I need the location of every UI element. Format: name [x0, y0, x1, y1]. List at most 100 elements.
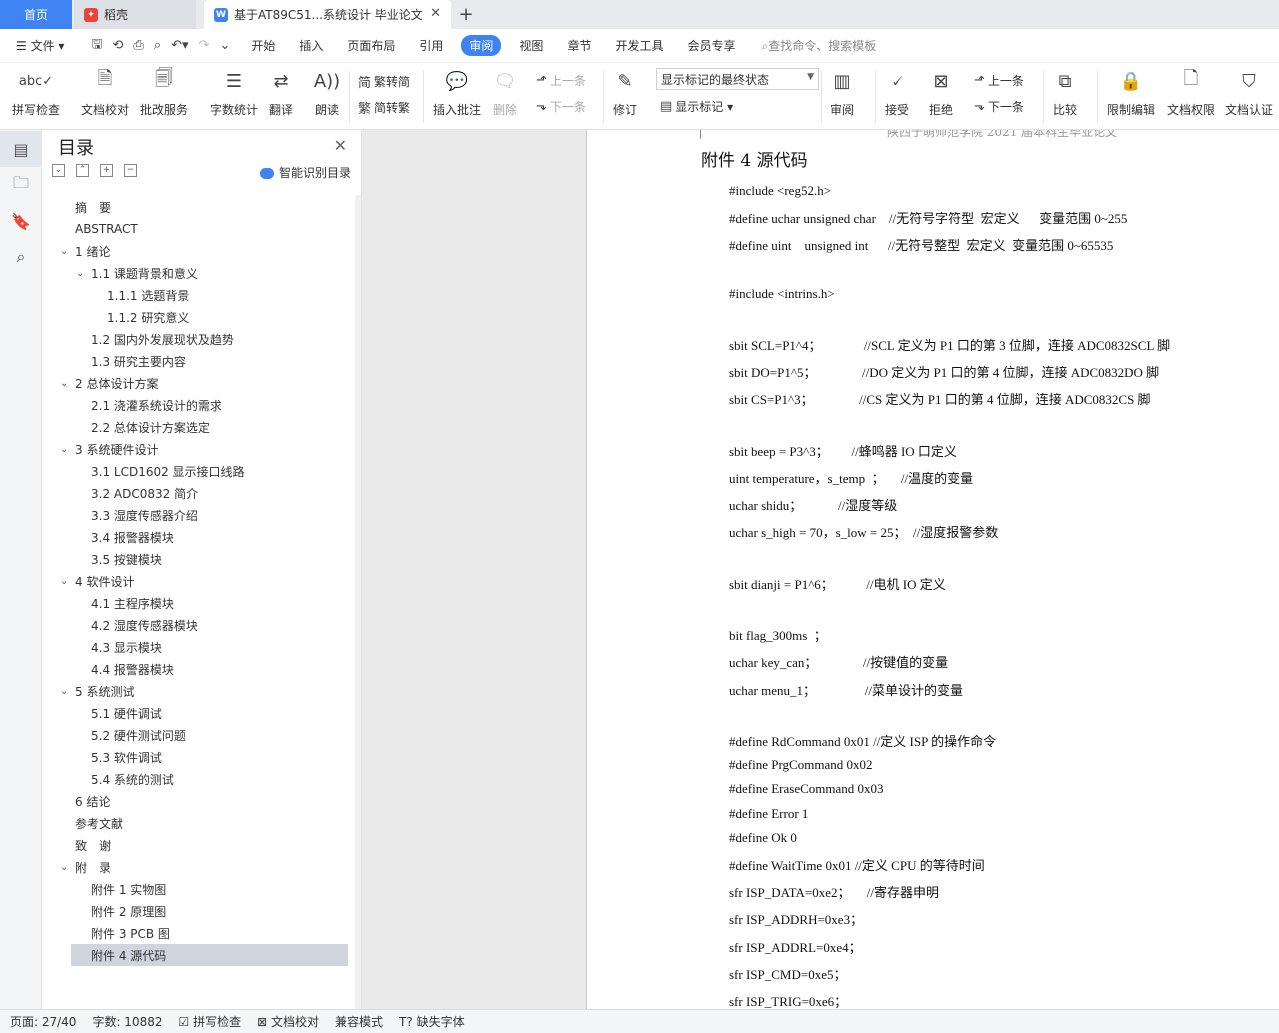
toc-item[interactable]: 附件 4 源代码 — [71, 944, 348, 966]
simp-to-trad-button[interactable]: 繁简转繁 — [358, 98, 410, 117]
redo-icon[interactable]: ↷ — [199, 38, 210, 53]
find-icon[interactable]: ⌕ — [0, 239, 42, 275]
format-painter-icon[interactable]: ⟲ — [113, 38, 124, 53]
toc-item[interactable]: ⌄ 3 系统硬件设计 — [42, 438, 362, 460]
review-pane-button[interactable]: ▥ 审阅 — [829, 67, 855, 118]
collapse-all-icon[interactable]: ⌄ — [52, 164, 65, 177]
add-heading-icon[interactable]: + — [100, 164, 113, 177]
toc-item[interactable]: 附件 3 PCB 图 — [42, 922, 362, 944]
compare-button[interactable]: ⧉ 比较 — [1052, 67, 1078, 118]
tab-document[interactable]: W 基于AT89C51...系统设计 毕业论文 ✕ — [204, 0, 451, 29]
toc-item[interactable]: 5.4 系统的测试 — [42, 768, 362, 790]
save-icon[interactable]: 🖫 — [91, 35, 102, 57]
restrict-edit-button[interactable]: 🔒 限制编辑 — [1107, 67, 1155, 118]
toc-item[interactable]: 5.1 硬件调试 — [42, 702, 362, 724]
toc-item[interactable]: 3.5 按键模块 — [42, 548, 362, 570]
toc-item[interactable]: 附件 1 实物图 — [42, 878, 362, 900]
page-count[interactable]: 页面: 27/40 — [10, 1013, 76, 1030]
toc-item[interactable]: ⌄ 1 绪论 — [42, 240, 362, 262]
expand-all-icon[interactable]: ⌃ — [76, 164, 89, 177]
read-aloud-button[interactable]: A)) 朗读 — [314, 67, 340, 118]
toc-item[interactable]: 6 结论 — [42, 790, 362, 812]
print-preview-icon[interactable]: ⌕ — [154, 38, 161, 53]
toc-item[interactable]: 1.1.1 选题背景 — [42, 284, 362, 306]
customize-icon[interactable]: ⌄ — [219, 38, 230, 53]
toc-item[interactable]: ⌄ 1.1 课题背景和意义 — [42, 262, 362, 284]
toc-item[interactable]: 4.2 湿度传感器模块 — [42, 614, 362, 636]
toc-item[interactable]: 3.2 ADC0832 简介 — [42, 482, 362, 504]
smart-toc-button[interactable]: 智能识别目录 — [259, 164, 351, 181]
menu-view[interactable]: 视图 — [519, 37, 543, 54]
menu-review[interactable]: 审阅 — [461, 35, 502, 56]
word-count-button[interactable]: ☰ 字数统计 — [210, 67, 258, 118]
toc-item[interactable]: ⌄ 2 总体设计方案 — [42, 372, 362, 394]
reject-button[interactable]: ⊠ 拒绝 — [928, 67, 954, 118]
next-comment-button[interactable]: ⬎ 下一条 — [536, 98, 586, 115]
menu-reference[interactable]: 引用 — [419, 37, 443, 54]
toc-item[interactable]: 1.1.2 研究意义 — [42, 306, 362, 328]
translate-button[interactable]: ⇄ 翻译 — [268, 67, 294, 118]
menu-vip[interactable]: 会员专享 — [687, 37, 735, 54]
print-icon[interactable]: ⎙ — [133, 38, 143, 53]
tab-home[interactable]: 首页 — [0, 0, 72, 29]
prev-change-button[interactable]: ⬏ 上一条 — [974, 72, 1024, 89]
toc-item[interactable]: 摘 要 — [42, 196, 362, 218]
doc-permission-button[interactable]: 🗋 文档权限 — [1167, 67, 1215, 118]
menu-devtools[interactable]: 开发工具 — [615, 37, 663, 54]
toc-item[interactable]: 3.1 LCD1602 显示接口线路 — [42, 460, 362, 482]
toc-item[interactable]: 附件 2 原理图 — [42, 900, 362, 922]
delete-comment-button[interactable]: 🗨 删除 — [492, 67, 518, 118]
accept-button[interactable]: 🗸 接受 — [884, 67, 910, 118]
chevron-down-icon[interactable]: ⌄ — [76, 268, 84, 279]
prev-comment-button[interactable]: ⬏ 上一条 — [536, 72, 586, 89]
toc-item[interactable]: 4.4 报警器模块 — [42, 658, 362, 680]
chevron-down-icon[interactable]: ⌄ — [60, 862, 68, 873]
new-tab-button[interactable]: + — [451, 0, 481, 29]
menu-chapter[interactable]: 章节 — [567, 37, 591, 54]
toc-item[interactable]: 2.2 总体设计方案选定 — [42, 416, 362, 438]
status-spell-check[interactable]: ☑ 拼写检查 — [179, 1013, 242, 1030]
toc-panel-icon[interactable]: ▤ — [0, 131, 42, 167]
next-change-button[interactable]: ⬎ 下一条 — [974, 98, 1024, 115]
toc-item[interactable]: 5.2 硬件测试问题 — [42, 724, 362, 746]
toc-item[interactable]: 致 谢 — [42, 834, 362, 856]
chevron-down-icon[interactable]: ⌄ — [60, 576, 68, 587]
command-search[interactable]: ⌕查找命令、搜索模板 — [761, 37, 876, 54]
toc-item[interactable]: ⌄ 附 录 — [42, 856, 362, 878]
toc-item[interactable]: 1.2 国内外发展现状及趋势 — [42, 328, 362, 350]
close-icon[interactable]: ✕ — [334, 136, 347, 155]
menu-insert[interactable]: 插入 — [299, 37, 323, 54]
insert-comment-button[interactable]: 💬 插入批注 — [433, 67, 481, 118]
toc-item[interactable]: 参考文献 — [42, 812, 362, 834]
remove-heading-icon[interactable]: − — [124, 164, 137, 177]
tab-daoke[interactable]: ✦ 稻壳 — [74, 0, 196, 29]
chevron-down-icon[interactable]: ⌄ — [60, 444, 68, 455]
show-markup-button[interactable]: ▤ 显示标记 ▾ — [660, 98, 733, 115]
toc-item[interactable]: ABSTRACT — [42, 218, 362, 240]
chapter-nav-icon[interactable]: 🗀 — [0, 167, 42, 203]
doc-check-button[interactable]: 🗎 文档校对 — [81, 67, 129, 118]
undo-icon[interactable]: ↶▾ — [171, 38, 188, 53]
trad-to-simp-button[interactable]: 简繁转简 — [358, 72, 410, 91]
chevron-down-icon[interactable]: ⌄ — [60, 686, 68, 697]
toc-item[interactable]: 3.3 湿度传感器介绍 — [42, 504, 362, 526]
toc-item[interactable]: 2.1 浇灌系统设计的需求 — [42, 394, 362, 416]
chevron-down-icon[interactable]: ⌄ — [60, 246, 68, 257]
markup-display-select[interactable]: 显示标记的最终状态 ▼ — [656, 68, 819, 90]
missing-font[interactable]: T? 缺失字体 — [399, 1013, 465, 1030]
toc-item[interactable]: ⌄ 4 软件设计 — [42, 570, 362, 592]
toc-item[interactable]: ⌄ 5 系统测试 — [42, 680, 362, 702]
track-changes-button[interactable]: ✎ 修订 — [612, 67, 638, 118]
bookmark-icon[interactable]: 🔖 — [0, 203, 42, 239]
toc-item[interactable]: 4.3 显示模块 — [42, 636, 362, 658]
doc-cert-button[interactable]: ⛉ 文档认证 — [1225, 67, 1273, 118]
chevron-down-icon[interactable]: ⌄ — [60, 378, 68, 389]
toc-item[interactable]: 4.1 主程序模块 — [42, 592, 362, 614]
menu-start[interactable]: 开始 — [251, 37, 275, 54]
toc-item[interactable]: 1.3 研究主要内容 — [42, 350, 362, 372]
toc-item[interactable]: 3.4 报警器模块 — [42, 526, 362, 548]
toc-item[interactable]: 5.3 软件调试 — [42, 746, 362, 768]
status-doc-check[interactable]: ⊠ 文档校对 — [257, 1013, 319, 1030]
word-count[interactable]: 字数: 10882 — [92, 1013, 162, 1030]
document-page[interactable]: 陕西于萌师范学院 2021 届本科生毕业论文 附件 4 源代码 #include… — [586, 130, 1279, 1009]
